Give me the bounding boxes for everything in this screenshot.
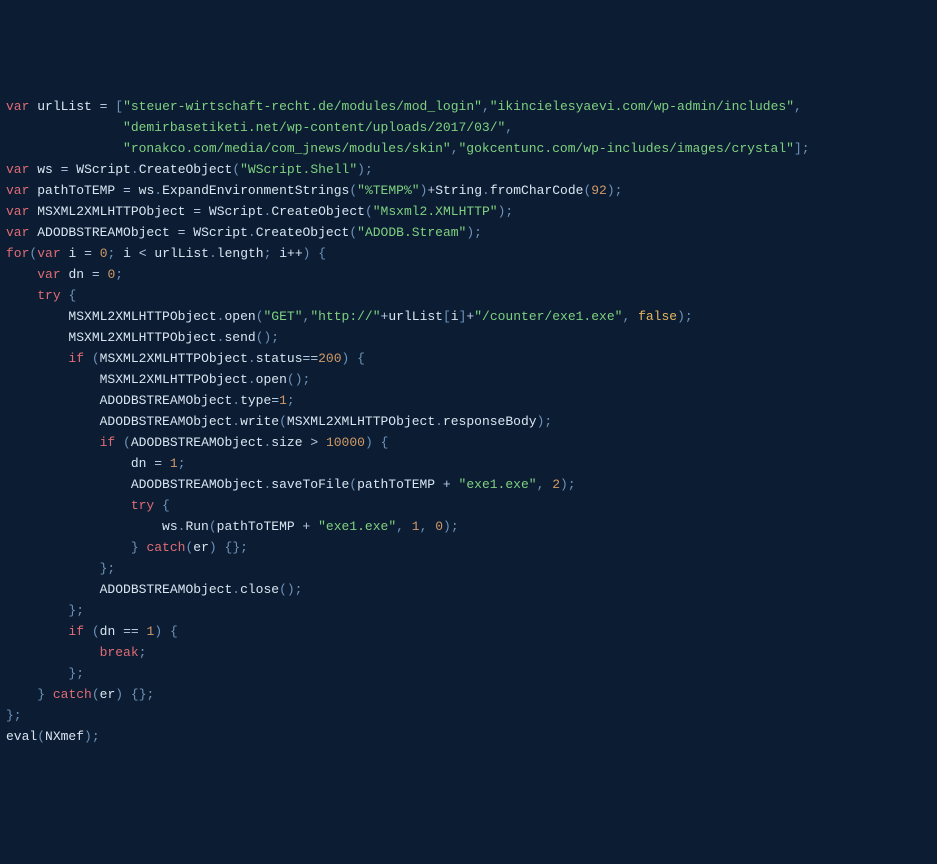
code-block: var urlList = ["steuer-wirtschaft-recht.…: [6, 96, 931, 747]
